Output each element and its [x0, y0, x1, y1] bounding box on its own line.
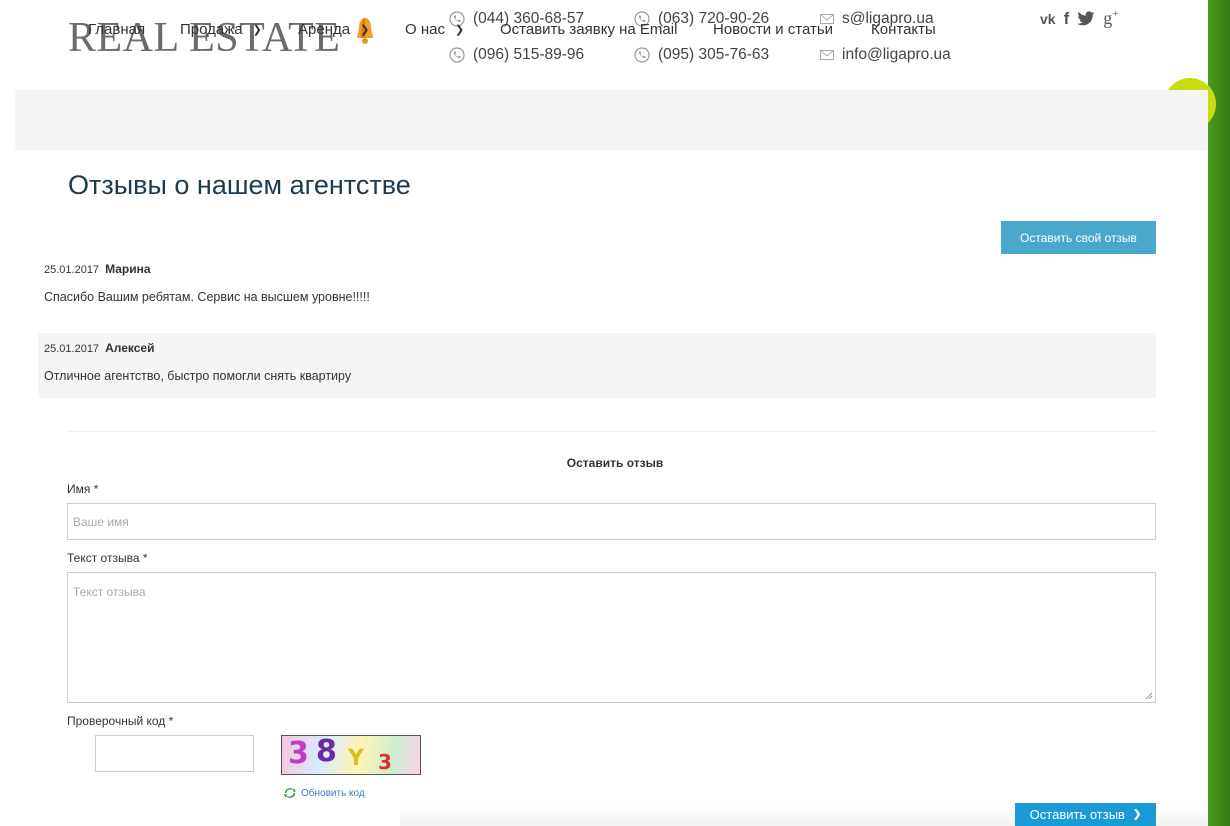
nav-label: О нас [405, 21, 445, 38]
nav-label: Продажа [180, 21, 243, 38]
main-nav [15, 90, 1208, 150]
refresh-captcha-link[interactable]: Обновить код [283, 787, 365, 799]
chevron-down-icon: ❯ [252, 24, 262, 36]
phone-number: (095) 305-76-63 [658, 46, 770, 63]
nav-label: Главная [88, 21, 146, 38]
submit-review-button[interactable]: Оставить отзыв ❯ [1015, 803, 1156, 826]
captcha-image: 3 8 Y 3 [281, 735, 421, 775]
review-item: 25.01.2017 Марина Спасибо Вашим ребятам. … [38, 256, 1156, 320]
name-label: Имя * [67, 482, 99, 496]
chevron-down-icon: ❯ [360, 24, 370, 36]
nav-item-sale[interactable]: Продажа ❯ [180, 21, 262, 38]
nav-label: Контакты [871, 21, 936, 38]
divider [68, 431, 1156, 432]
nav-item-email-request[interactable]: Оставить заявку на Email [500, 21, 677, 38]
captcha-char: Y [348, 746, 364, 771]
nav-item-contacts[interactable]: Контакты [871, 21, 936, 38]
captcha-char: 3 [378, 750, 392, 774]
captcha-input[interactable] [95, 735, 254, 772]
resize-handle-icon[interactable] [1145, 692, 1153, 700]
refresh-label: Обновить код [301, 787, 365, 799]
submit-label: Оставить отзыв [1029, 807, 1125, 822]
phone-icon [634, 47, 650, 63]
review-date: 25.01.2017 [44, 343, 100, 355]
review-meta: 25.01.2017 Алексей [44, 341, 154, 355]
name-input[interactable]: Ваше имя [67, 503, 1156, 540]
nav-item-about[interactable]: О нас ❯ [405, 21, 464, 38]
review-text-label: Текст отзыва * [67, 551, 148, 565]
review-author: Алексей [105, 341, 155, 355]
review-author: Марина [105, 262, 151, 276]
captcha-char: 3 [288, 736, 309, 771]
nav-label: Аренда [298, 21, 351, 38]
google-plus-icon[interactable]: g+ [1103, 8, 1118, 29]
review-item: 25.01.2017 Алексей Отличное агентство, бы… [38, 333, 1156, 398]
add-review-label: Оставить свой отзыв [1020, 230, 1137, 245]
captcha-label: Проверочный код * [67, 714, 174, 728]
email-address: info@ligapro.ua [842, 46, 951, 63]
phone-contact-3[interactable]: (096) 515-89-96 [449, 46, 584, 64]
nav-item-news[interactable]: Новости и статьи [713, 21, 833, 38]
nav-item-rent[interactable]: Аренда ❯ [298, 21, 369, 38]
page-title: Отзывы о нашем агентстве [68, 170, 411, 200]
add-review-button[interactable]: Оставить свой отзыв [1001, 221, 1156, 254]
review-meta: 25.01.2017 Марина [44, 262, 151, 276]
facebook-icon[interactable]: f [1064, 9, 1070, 29]
phone-number: (096) 515-89-96 [473, 46, 585, 63]
social-links: vk f g+ [1040, 8, 1118, 29]
captcha-char: 8 [316, 735, 337, 769]
chevron-down-icon: ❯ [454, 24, 465, 36]
twitter-icon[interactable] [1077, 11, 1095, 26]
review-text: Отличное агентство, быстро помогли снять… [44, 369, 352, 383]
vk-icon[interactable]: vk [1040, 11, 1056, 27]
phone-icon [449, 47, 465, 63]
review-text-input[interactable]: Текст отзыва [67, 572, 1156, 703]
right-green-edge [1208, 0, 1230, 826]
mail-icon [820, 50, 834, 60]
form-title: Оставить отзыв [566, 456, 664, 470]
nav-label: Новости и статьи [713, 21, 834, 38]
review-date: 25.01.2017 [44, 264, 100, 276]
email-contact-2[interactable]: info@ligapro.ua [820, 46, 951, 64]
name-placeholder: Ваше имя [73, 514, 129, 529]
refresh-icon [284, 788, 296, 798]
nav-item-home[interactable]: Главная [88, 21, 145, 38]
review-text: Спасибо Вашим ребятам. Сервис на высшем … [44, 290, 370, 304]
review-text-placeholder: Текст отзыва [73, 585, 146, 599]
phone-contact-4[interactable]: (095) 305-76-63 [634, 46, 769, 64]
chevron-right-icon: ❯ [1132, 809, 1142, 820]
nav-label: Оставить заявку на Email [500, 21, 678, 38]
